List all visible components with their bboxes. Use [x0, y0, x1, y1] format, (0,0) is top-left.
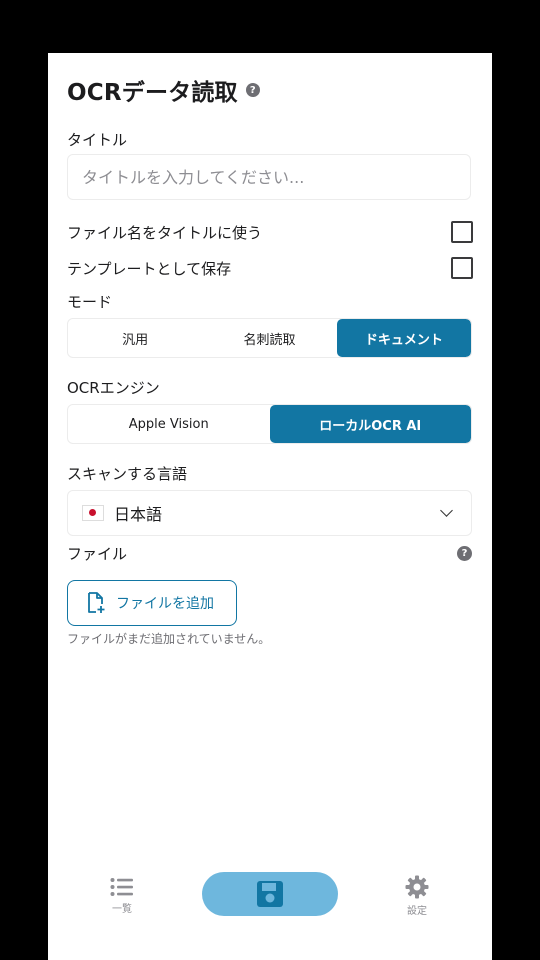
engine-option-local-ocr-ai[interactable]: ローカルOCR AI: [269, 405, 471, 443]
tab-settings-label: 設定: [407, 906, 427, 917]
save-template-label: テンプレートとして保存: [67, 259, 232, 278]
language-value: 日本語: [114, 505, 163, 524]
list-icon: [110, 878, 133, 896]
tab-settings[interactable]: 設定: [405, 875, 429, 917]
chevron-down-icon: [440, 504, 453, 517]
mode-option-document[interactable]: ドキュメント: [336, 319, 471, 357]
floppy-disk-icon: [257, 881, 283, 907]
mode-option-business-card[interactable]: 名刺読取: [202, 319, 336, 357]
engine-label: OCRエンジン: [67, 379, 160, 397]
save-button[interactable]: [202, 872, 338, 916]
mode-segmented-control: 汎用 名刺読取 ドキュメント: [67, 318, 472, 358]
japan-flag-icon: [82, 505, 104, 521]
save-template-row[interactable]: テンプレートとして保存: [67, 257, 473, 279]
tab-list-label: 一覧: [112, 904, 132, 915]
page-title: OCRデータ読取: [67, 80, 238, 106]
title-help-icon[interactable]: ?: [245, 83, 260, 97]
files-label: ファイル: [67, 545, 128, 563]
use-filename-checkbox[interactable]: [451, 221, 473, 243]
tab-bar: 一覧 設定: [48, 871, 492, 931]
files-help-icon[interactable]: ?: [457, 546, 472, 561]
language-label: スキャンする言語: [67, 465, 188, 483]
add-file-label: ファイルを追加: [116, 596, 214, 612]
use-filename-row[interactable]: ファイル名をタイトルに使う: [67, 221, 473, 243]
use-filename-label: ファイル名をタイトルに使う: [67, 223, 263, 242]
engine-option-apple-vision[interactable]: Apple Vision: [68, 405, 270, 443]
mode-option-general[interactable]: 汎用: [68, 319, 202, 357]
add-file-button[interactable]: ファイルを追加: [67, 580, 237, 626]
title-input[interactable]: [67, 154, 471, 200]
tab-list[interactable]: 一覧: [110, 877, 134, 915]
title-field-label: タイトル: [67, 131, 128, 149]
main-card: OCRデータ読取 ? タイトル ファイル名をタイトルに使う テンプレートとして保…: [48, 53, 492, 960]
header: OCRデータ読取 ?: [67, 73, 260, 107]
gear-icon: [405, 875, 429, 899]
engine-segmented-control: Apple Vision ローカルOCR AI: [67, 404, 472, 444]
save-template-checkbox[interactable]: [451, 257, 473, 279]
language-select[interactable]: 日本語: [67, 490, 472, 536]
add-file-icon: [88, 592, 105, 613]
no-files-hint: ファイルがまだ追加されていません。: [67, 632, 271, 646]
mode-label: モード: [67, 293, 113, 311]
